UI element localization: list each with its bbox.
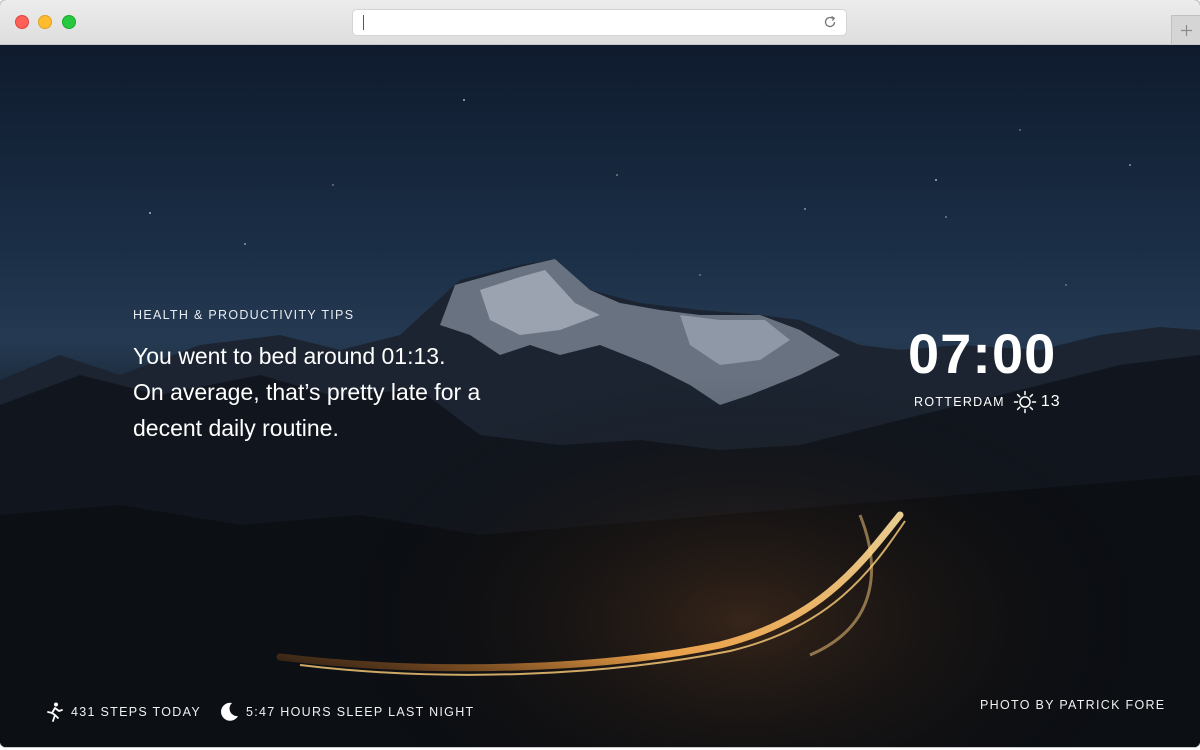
browser-toolbar [0,0,1200,45]
plus-icon [1180,24,1192,36]
tips-line: On average, that’s pretty late for a [133,379,481,405]
weather-widget: ROTTERDAM 13 [914,390,1061,414]
address-caret [363,15,364,30]
photo-credit[interactable]: PHOTO BY PATRICK FORE [980,698,1165,712]
address-bar[interactable] [353,10,846,35]
tips-message: You went to bed around 01:13. On average… [133,338,553,446]
moon-icon [221,702,238,721]
sun-icon [1013,390,1037,414]
running-person-icon [47,702,63,722]
clock-time: 07:00 [908,322,1057,385]
steps-stat: 431 STEPS TODAY [43,700,201,724]
tips-line: You went to bed around 01:13. [133,343,446,369]
minimize-window-button[interactable] [38,15,52,29]
temperature: 13 [1040,393,1061,410]
city-name: ROTTERDAM [914,395,1005,409]
zoom-window-button[interactable] [62,15,76,29]
new-tab-page: HEALTH & PRODUCTIVITY TIPS You went to b… [0,45,1200,747]
steps-label: 431 STEPS TODAY [71,705,201,719]
sleep-stat: 5:47 HOURS SLEEP LAST NIGHT [218,700,474,724]
tips-heading: HEALTH & PRODUCTIVITY TIPS [133,308,355,322]
tips-line: decent daily routine. [133,415,339,441]
new-tab-button[interactable] [1171,15,1200,44]
reload-icon[interactable] [822,14,838,30]
browser-window: HEALTH & PRODUCTIVITY TIPS You went to b… [0,0,1200,747]
sleep-label: 5:47 HOURS SLEEP LAST NIGHT [246,705,475,719]
close-window-button[interactable] [15,15,29,29]
